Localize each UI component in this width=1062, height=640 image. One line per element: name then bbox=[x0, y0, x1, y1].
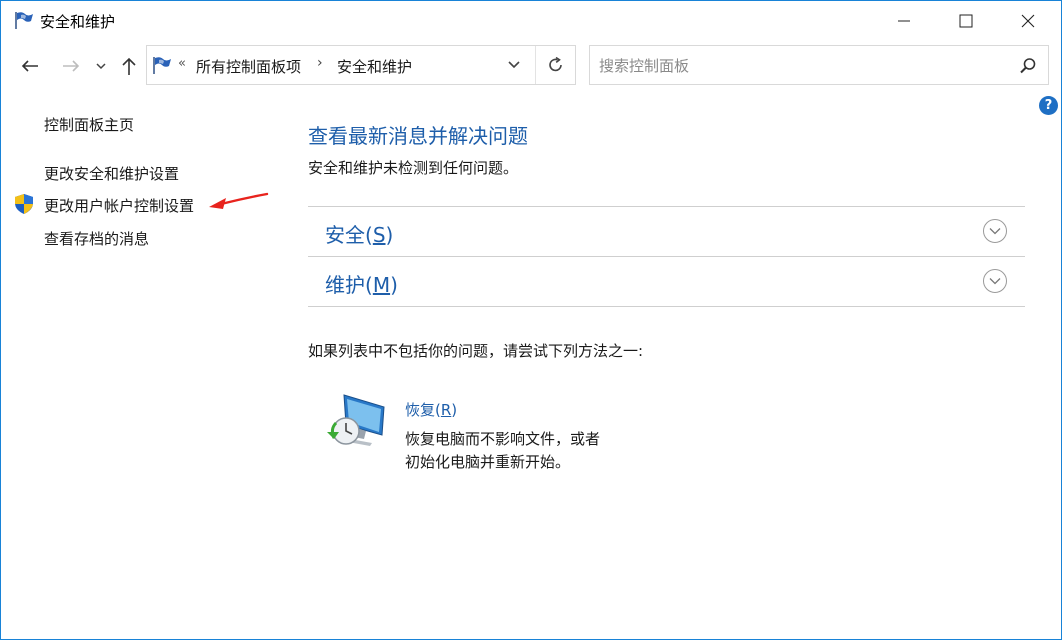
maximize-icon bbox=[959, 14, 973, 28]
up-button[interactable] bbox=[116, 53, 142, 79]
section-maintenance[interactable]: 维护(M) bbox=[308, 256, 1025, 307]
section-security[interactable]: 安全(S) bbox=[308, 206, 1025, 255]
refresh-icon bbox=[549, 56, 562, 72]
back-button[interactable] bbox=[17, 53, 43, 79]
recovery-description-line1: 恢复电脑而不影响文件，或者 bbox=[405, 430, 601, 448]
address-divider bbox=[535, 46, 536, 84]
window-title: 安全和维护 bbox=[40, 13, 116, 31]
breadcrumb-all-items[interactable]: 所有控制面板项 bbox=[196, 56, 301, 77]
forward-arrow-icon bbox=[63, 60, 80, 72]
sidebar-item-security-maintenance-settings[interactable]: 更改安全和维护设置 bbox=[44, 163, 179, 184]
expand-security-button[interactable] bbox=[983, 219, 1007, 243]
minimize-icon bbox=[898, 20, 910, 22]
navigation-bar: « 所有控制面板项 › 安全和维护 bbox=[1, 41, 1061, 91]
hint-text: 如果列表中不包括你的问题，请尝试下列方法之一: bbox=[308, 342, 644, 360]
forward-button[interactable] bbox=[58, 53, 84, 79]
back-arrow-icon bbox=[21, 60, 38, 72]
recovery-link[interactable]: 恢复(R) bbox=[405, 399, 457, 420]
chevron-down-icon bbox=[989, 278, 1001, 285]
address-bar[interactable]: « 所有控制面板项 › 安全和维护 bbox=[146, 45, 576, 85]
sidebar-item-uac-settings[interactable]: 更改用户帐户控制设置 bbox=[44, 195, 194, 216]
recovery-description-line2: 初始化电脑并重新开始。 bbox=[405, 453, 571, 471]
chevron-down-icon bbox=[508, 61, 520, 69]
sidebar-item-archived-messages[interactable]: 查看存档的消息 bbox=[44, 228, 149, 249]
security-flag-icon bbox=[15, 12, 33, 29]
annotation-arrow-icon bbox=[209, 192, 269, 209]
close-icon bbox=[1021, 14, 1035, 28]
help-icon[interactable]: ? bbox=[1039, 96, 1058, 115]
address-dropdown-button[interactable] bbox=[499, 50, 529, 80]
search-icon[interactable] bbox=[1018, 56, 1038, 76]
search-box[interactable] bbox=[589, 45, 1049, 86]
security-flag-icon bbox=[153, 57, 171, 74]
maximize-button[interactable] bbox=[935, 1, 997, 41]
close-button[interactable] bbox=[997, 1, 1059, 41]
section-title-security[interactable]: 安全(S) bbox=[325, 219, 393, 248]
recovery-monitor-icon bbox=[327, 394, 385, 446]
minimize-button[interactable] bbox=[873, 1, 935, 41]
chevron-down-icon bbox=[96, 63, 106, 70]
uac-shield-icon bbox=[15, 194, 33, 214]
recent-locations-button[interactable] bbox=[92, 53, 110, 79]
title-bar: 安全和维护 bbox=[1, 1, 1061, 41]
page-title: 查看最新消息并解决问题 bbox=[308, 124, 528, 148]
chevron-down-icon bbox=[989, 228, 1001, 235]
expand-maintenance-button[interactable] bbox=[983, 269, 1007, 293]
address-overflow[interactable]: « bbox=[178, 56, 186, 71]
sidebar-item-control-panel-home[interactable]: 控制面板主页 bbox=[44, 114, 134, 135]
control-panel-window: 安全和维护 « 所有控制面板项 › 安全和维护 搜索控制面板 ? 控制面板主页 … bbox=[0, 0, 1062, 640]
refresh-button[interactable] bbox=[539, 50, 573, 80]
breadcrumb-current[interactable]: 安全和维护 bbox=[337, 56, 412, 77]
status-text: 安全和维护未检测到任何问题。 bbox=[308, 159, 519, 177]
up-arrow-icon bbox=[122, 57, 136, 75]
search-input[interactable] bbox=[590, 46, 1021, 86]
breadcrumb-separator[interactable]: › bbox=[317, 55, 323, 71]
section-title-maintenance[interactable]: 维护(M) bbox=[325, 269, 398, 298]
